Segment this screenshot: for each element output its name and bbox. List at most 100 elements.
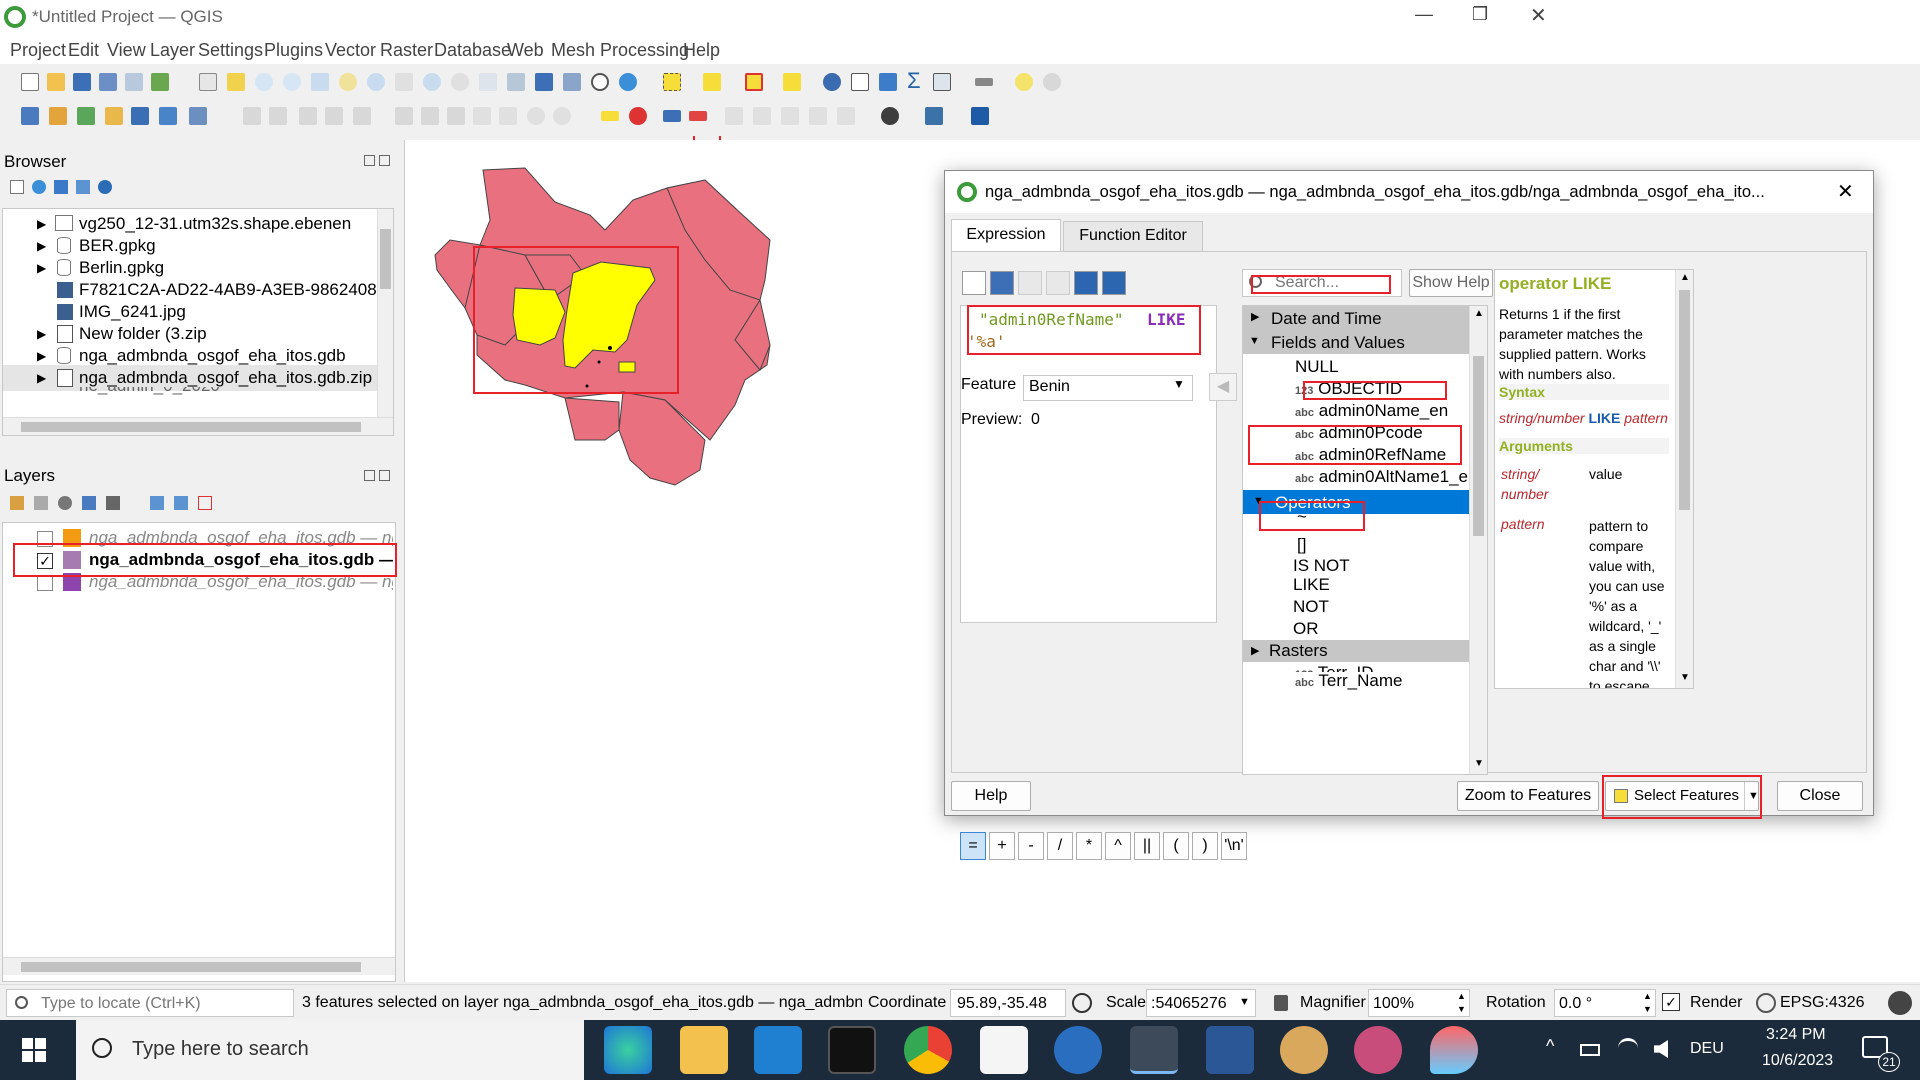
save-project-icon[interactable] (70, 70, 94, 94)
maximize-button[interactable]: ❐ (1472, 4, 1488, 25)
zoom-next-icon[interactable] (448, 70, 472, 94)
filter-expression-icon[interactable] (106, 496, 120, 510)
virtual-layer-icon[interactable] (186, 104, 210, 128)
copy-icon[interactable] (470, 104, 494, 128)
rotation-spinbox[interactable]: 0.0 ° ▲ ▼ (1554, 989, 1656, 1017)
layers-hscrollbar[interactable] (3, 957, 395, 975)
new-file-icon[interactable] (962, 271, 986, 295)
close-dialog-button[interactable]: Close (1777, 781, 1863, 811)
op-minus-button[interactable]: - (1018, 832, 1044, 860)
browser-info-icon[interactable] (98, 180, 112, 194)
layers-close-icon[interactable] (379, 470, 390, 481)
extents-toggle-icon[interactable] (1072, 993, 1092, 1013)
close-button[interactable]: ✕ (1530, 3, 1547, 28)
op-plus-button[interactable]: + (989, 832, 1015, 860)
browser-hscrollbar[interactable] (3, 417, 393, 435)
delete-feature-icon[interactable] (418, 104, 442, 128)
coordinate-field[interactable]: 95.89,-35.48 (950, 989, 1066, 1017)
collapse-all-icon[interactable] (174, 496, 188, 510)
menu-vector[interactable]: Vector (325, 40, 376, 61)
pan-to-selection-icon[interactable] (224, 70, 248, 94)
field-item[interactable]: NULL (1295, 356, 1338, 378)
save-edits-icon[interactable] (296, 104, 320, 128)
new-virtual-layer-icon[interactable] (156, 104, 180, 128)
ccleaner-icon[interactable] (1054, 1026, 1102, 1074)
help-button[interactable]: Help (951, 781, 1031, 811)
export-icon[interactable] (1102, 271, 1126, 295)
zoom-selection-icon[interactable] (336, 70, 360, 94)
terminal-icon[interactable] (828, 1026, 876, 1074)
save-as-icon[interactable] (96, 70, 120, 94)
browser-item[interactable]: ne_admin_0_2020 (3, 387, 377, 397)
help-scrollbar[interactable]: ▲ ▼ (1675, 270, 1693, 688)
layer-checkbox[interactable] (37, 575, 53, 591)
menu-help[interactable]: Help (683, 40, 720, 61)
label-change-icon[interactable] (778, 104, 802, 128)
scale-combobox[interactable]: :54065276 ▼ (1146, 989, 1256, 1017)
new-temp-layer-icon[interactable] (128, 104, 152, 128)
field-item[interactable]: abc Terr_Name (1295, 670, 1402, 694)
edge-icon[interactable] (604, 1026, 652, 1074)
label-abc-icon[interactable] (686, 104, 710, 128)
menu-project[interactable]: Project (10, 40, 66, 61)
edit-pencil-icon[interactable] (240, 104, 264, 128)
identify-icon[interactable] (820, 70, 844, 94)
operator-item[interactable]: OR (1293, 618, 1319, 640)
op-equals-button[interactable]: = (960, 832, 986, 860)
select-location-icon[interactable] (780, 70, 804, 94)
deselect-icon[interactable] (742, 70, 766, 94)
lock-scale-icon[interactable] (1274, 995, 1288, 1011)
group-fields-values[interactable]: ▼ Fields and Values (1243, 330, 1469, 354)
zoom-native-icon[interactable] (392, 70, 416, 94)
measure-icon[interactable] (972, 70, 996, 94)
browser-vscrollbar[interactable] (377, 209, 393, 417)
wifi-icon[interactable] (1618, 1038, 1638, 1058)
zoom-out-icon[interactable] (280, 70, 304, 94)
browser-add-icon[interactable] (10, 180, 24, 194)
save-expression-icon[interactable] (990, 271, 1014, 295)
vscode-icon[interactable] (754, 1026, 802, 1074)
zoom-last-icon[interactable] (420, 70, 444, 94)
delete-expression-icon[interactable] (1046, 271, 1070, 295)
menu-edit[interactable]: Edit (68, 40, 99, 61)
expand-arrow-icon[interactable]: ▶ (1251, 306, 1259, 328)
crs-button[interactable]: EPSG:4326 (1780, 994, 1865, 1012)
menu-web[interactable]: Web (507, 40, 544, 61)
op-newline-button[interactable]: '\n' (1221, 832, 1247, 860)
menu-database[interactable]: Database (434, 40, 511, 61)
new-geopackage-icon[interactable] (46, 104, 70, 128)
add-group-icon[interactable] (34, 496, 48, 510)
label-rotate-icon[interactable] (750, 104, 774, 128)
redo-icon[interactable] (550, 104, 574, 128)
op-close-paren-button[interactable]: ) (1192, 832, 1218, 860)
menu-layer[interactable]: Layer (150, 40, 195, 61)
zoom-in-icon[interactable] (252, 70, 276, 94)
previous-feature-button[interactable]: ◀ (1209, 373, 1237, 401)
toggle-editing-icon[interactable] (266, 104, 290, 128)
browser-collapse-icon[interactable] (76, 180, 90, 194)
menu-plugins[interactable]: Plugins (264, 40, 323, 61)
open-project-icon[interactable] (44, 70, 68, 94)
menu-mesh[interactable]: Mesh (551, 40, 595, 61)
operator-item[interactable]: [] (1297, 534, 1306, 556)
op-open-paren-button[interactable]: ( (1163, 832, 1189, 860)
group-rasters[interactable]: ▶ Rasters (1243, 640, 1469, 662)
language-indicator[interactable]: DEU (1690, 1040, 1724, 1058)
windows-start-icon[interactable] (22, 1038, 46, 1062)
style-dock-icon[interactable] (10, 496, 24, 510)
browser-refresh-icon[interactable] (32, 180, 46, 194)
op-power-button[interactable]: ^ (1105, 832, 1131, 860)
layers-float-icon[interactable] (364, 470, 375, 481)
collapse-arrow-icon[interactable]: ▼ (1249, 330, 1260, 352)
zoom-layer-icon[interactable] (364, 70, 388, 94)
word-icon[interactable] (1206, 1026, 1254, 1074)
paint3d-icon[interactable] (1430, 1026, 1478, 1074)
bookmark-icon[interactable] (532, 70, 556, 94)
georeferencer-icon[interactable] (878, 104, 902, 128)
locator-icon[interactable] (1040, 70, 1064, 94)
data-source-manager-icon[interactable] (18, 104, 42, 128)
field-calculator-icon[interactable] (876, 70, 900, 94)
qgis-taskbar-icon[interactable] (1130, 1026, 1178, 1074)
op-divide-button[interactable]: / (1047, 832, 1073, 860)
expand-all-icon[interactable] (150, 496, 164, 510)
